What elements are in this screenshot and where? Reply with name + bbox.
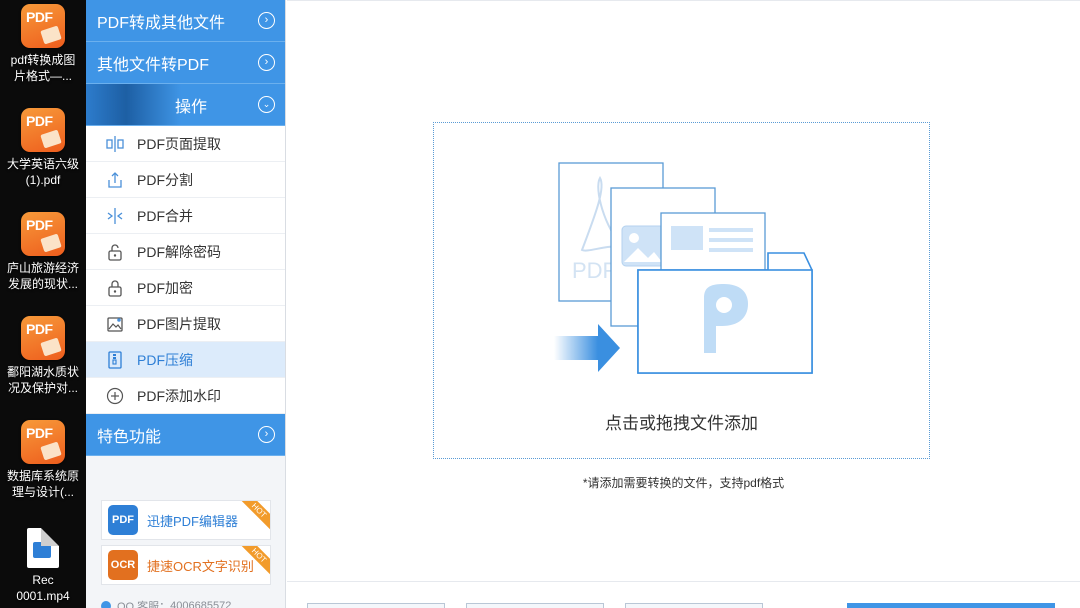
sidebar-item-label: PDF添加水印 (137, 387, 221, 404)
category-features[interactable]: 特色功能 › (86, 414, 285, 456)
sidebar-item-watermark[interactable]: PDF添加水印 (86, 378, 285, 414)
promo-pdf-editor[interactable]: PDF 迅捷PDF编辑器 HOT (101, 500, 271, 540)
sidebar-item-encrypt[interactable]: PDF加密 (86, 270, 285, 306)
desktop-item[interactable]: PDF pdf转换成图 片格式—... (0, 4, 86, 84)
sidebar: PDF转成其他文件 › 其他文件转PDF › 操作 ⌄ PDF页面提取 PDF分… (86, 0, 286, 608)
pdf-app-icon: PDF (21, 212, 65, 256)
desktop-item-label: 数据库系统原 理与设计(... (6, 469, 79, 499)
sidebar-item-label: PDF解除密码 (137, 243, 221, 260)
category-operations[interactable]: 操作 ⌄ (86, 84, 285, 126)
bottom-toolbar (287, 581, 1080, 608)
page-extract-icon (106, 135, 124, 153)
file-drop-zone[interactable]: PDF 点击或拖拽文件添加 (433, 122, 930, 459)
lock-icon (106, 279, 124, 297)
desktop-item-label: Rec 0001.mp4 (16, 573, 70, 603)
desktop-item[interactable]: PDF 庐山旅游经济 发展的现状... (0, 212, 86, 292)
ocr-logo-icon: OCR (108, 550, 138, 580)
promo-ocr[interactable]: OCR 捷速OCR文字识别 HOT (101, 545, 271, 585)
sidebar-item-label: PDF图片提取 (137, 315, 221, 332)
pdf-app-icon: PDF (21, 420, 65, 464)
qq-support-number: 4006685572 (170, 600, 232, 608)
category-other-to-pdf[interactable]: 其他文件转PDF › (86, 42, 285, 84)
svg-text:PDF: PDF (572, 258, 616, 283)
category-label: 操作 (175, 98, 208, 116)
desktop-item-label: pdf转换成图 片格式—... (10, 53, 76, 83)
start-convert-button[interactable] (847, 603, 1055, 608)
image-extract-icon (106, 315, 124, 333)
sidebar-item-label: PDF页面提取 (137, 135, 221, 152)
sidebar-item-label: PDF合并 (137, 207, 193, 224)
sidebar-item-label: PDF分割 (137, 171, 193, 188)
toolbar-button[interactable] (466, 603, 604, 608)
chevron-right-circle-icon: › (258, 12, 275, 29)
toolbar-button[interactable] (307, 603, 445, 608)
toolbar-button[interactable] (625, 603, 763, 608)
qq-icon (101, 601, 111, 608)
sidebar-item-image-extract[interactable]: PDF图片提取 (86, 306, 285, 342)
add-file-illustration-icon: PDF (554, 162, 813, 374)
sidebar-item-unlock[interactable]: PDF解除密码 (86, 234, 285, 270)
sidebar-item-label: PDF加密 (137, 279, 193, 296)
merge-icon (106, 207, 124, 225)
format-hint: *请添加需要转换的文件，支持pdf格式 (582, 476, 785, 490)
desktop-item[interactable]: PDF 数据库系统原 理与设计(... (0, 420, 86, 500)
hot-badge: HOT (237, 501, 270, 533)
chevron-right-circle-icon: › (258, 426, 275, 443)
sidebar-item-page-extract[interactable]: PDF页面提取 (86, 126, 285, 162)
category-label: PDF转成其他文件 (97, 14, 226, 32)
pdf-app-icon: PDF (21, 108, 65, 152)
sidebar-item-label: PDF压缩 (137, 351, 193, 368)
qq-support-label: QQ 客服： (117, 601, 171, 608)
category-pdf-to-other[interactable]: PDF转成其他文件 › (86, 0, 285, 42)
drop-zone-label: 点击或拖拽文件添加 (605, 414, 758, 433)
sidebar-item-compress[interactable]: PDF压缩 (86, 342, 285, 378)
desktop-item-label: 大学英语六级 (1).pdf (6, 157, 79, 187)
pdf-app-icon: PDF (21, 316, 65, 360)
sidebar-item-merge[interactable]: PDF合并 (86, 198, 285, 234)
promo-label: 迅捷PDF编辑器 (147, 513, 239, 529)
chevron-down-circle-icon: ⌄ (258, 96, 275, 113)
chevron-right-circle-icon: › (258, 54, 275, 71)
category-label: 其他文件转PDF (97, 56, 210, 74)
desktop-item[interactable]: PDF 鄱阳湖水质状 况及保护对... (0, 316, 86, 396)
promo-label: 捷速OCR文字识别 (147, 558, 254, 574)
qq-support[interactable]: QQ 客服： 4006685572 (101, 598, 231, 608)
desktop-item[interactable]: Rec 0001.mp4 (0, 528, 86, 604)
desktop-item-label: 鄱阳湖水质状 况及保护对... (6, 365, 79, 395)
main-panel: PDF 点击或拖拽文件添加 *请添加需要转换的文件，支持pdf格式 (287, 0, 1080, 608)
split-upload-icon (106, 171, 124, 189)
desktop-strip: PDF pdf转换成图 片格式—... PDF 大学英语六级 (1).pdf P… (0, 0, 86, 608)
pdf-app-icon: PDF (21, 4, 65, 48)
mp4-file-icon (27, 528, 59, 568)
pdf-editor-logo-icon: PDF (108, 505, 138, 535)
category-label: 特色功能 (97, 428, 162, 446)
watermark-icon (106, 387, 124, 405)
compress-icon (106, 350, 124, 369)
desktop-item[interactable]: PDF 大学英语六级 (1).pdf (0, 108, 86, 188)
sidebar-item-split[interactable]: PDF分割 (86, 162, 285, 198)
desktop-item-label: 庐山旅游经济 发展的现状... (6, 261, 79, 291)
unlock-icon (106, 243, 124, 261)
